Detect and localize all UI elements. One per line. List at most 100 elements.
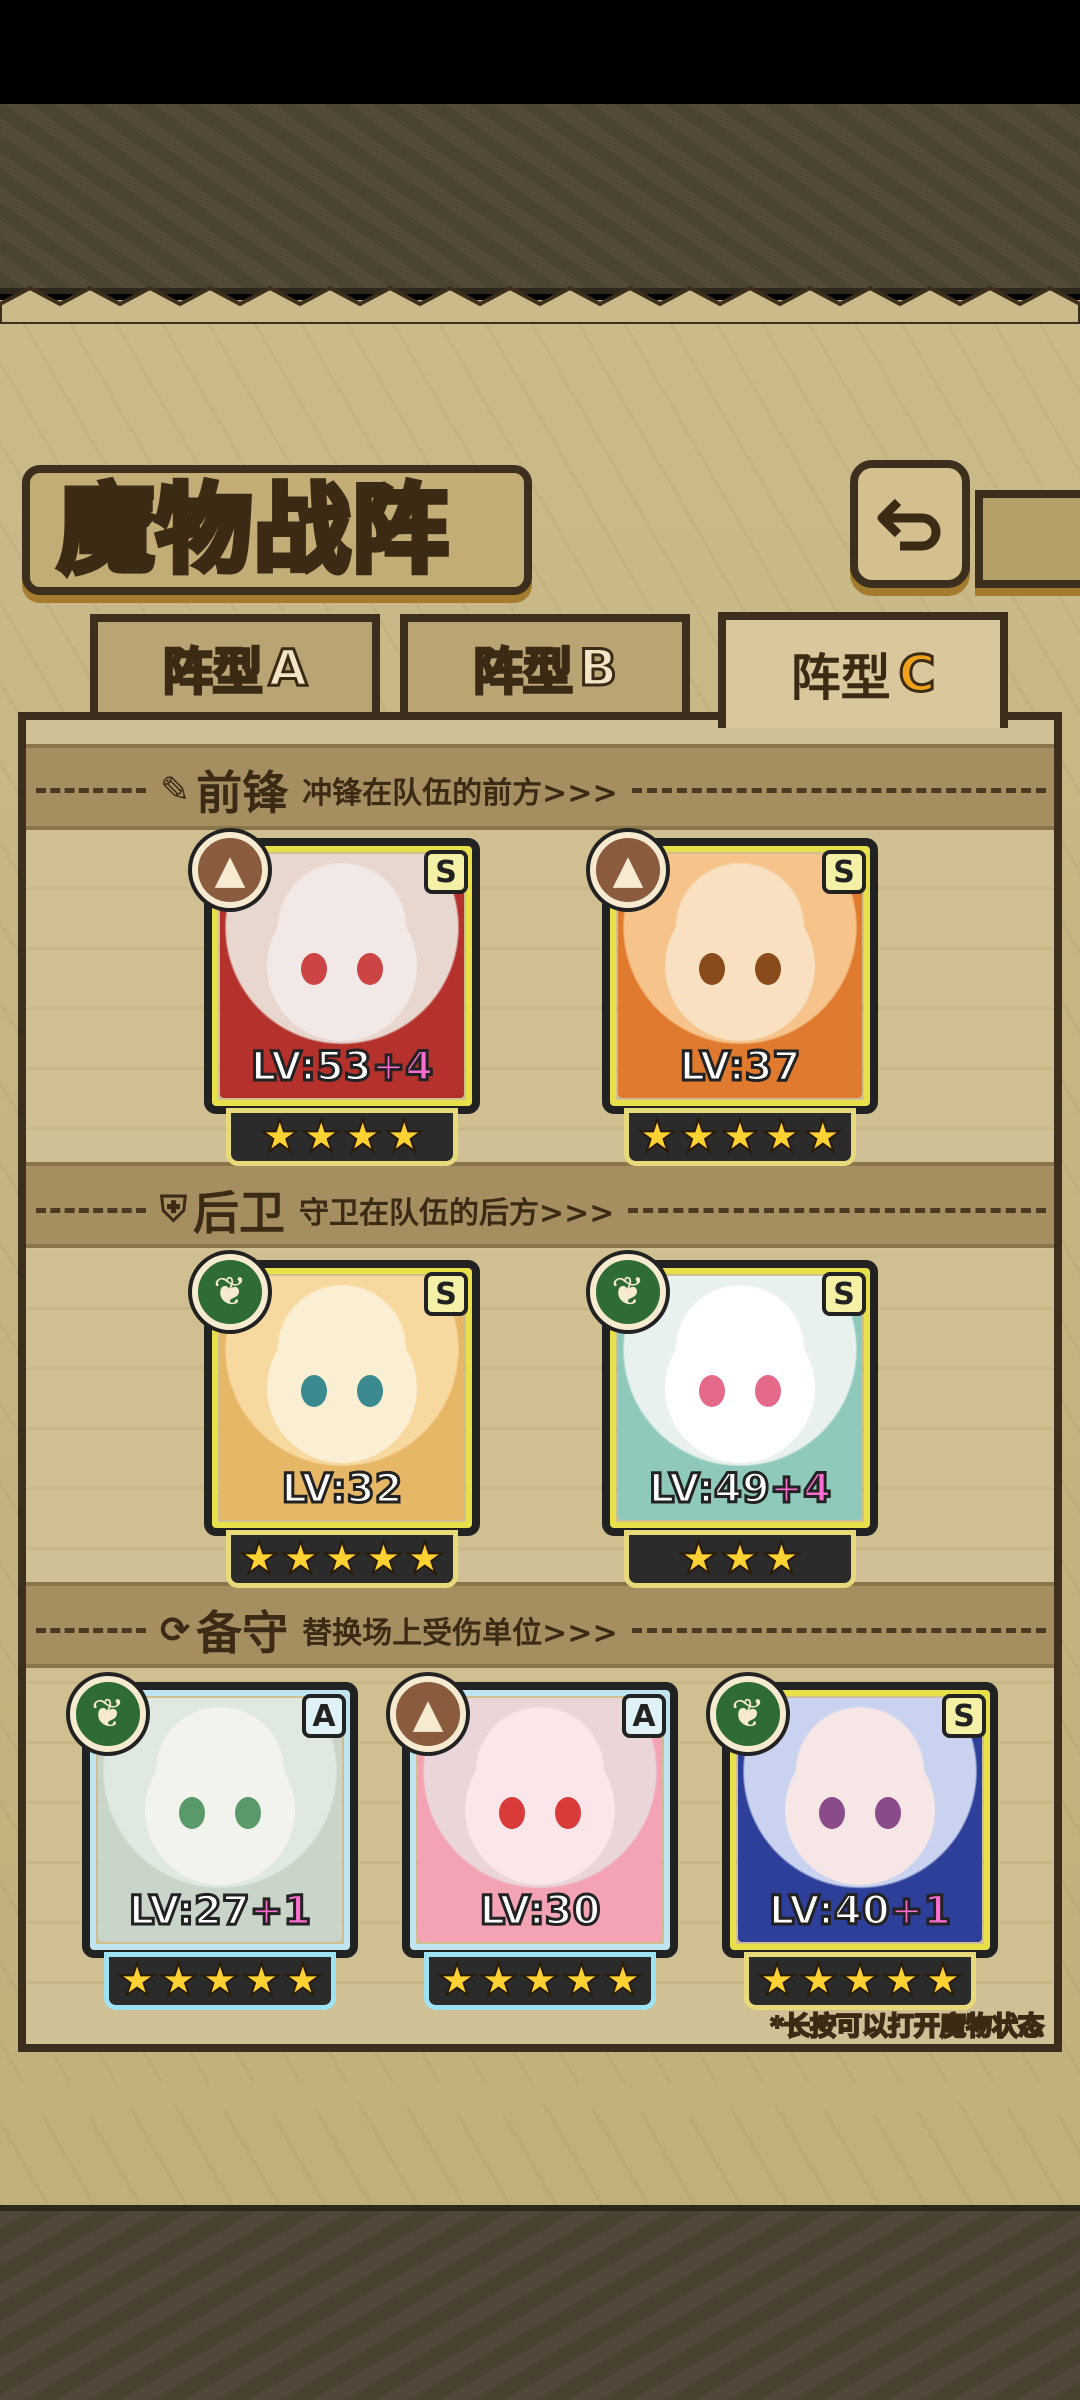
level-value: 27 <box>193 1887 252 1936</box>
leaf-element-icon: ❦ <box>192 1254 268 1330</box>
section-name: 备守 <box>196 1606 289 1660</box>
rank-badge: A <box>622 1694 666 1738</box>
eye-icon <box>357 1375 383 1408</box>
star-icon: ★ <box>383 1111 424 1162</box>
eye-icon <box>755 953 781 986</box>
tab-label: 阵型 <box>471 642 574 703</box>
star-icon: ★ <box>636 1111 677 1162</box>
eye-icon <box>755 1375 781 1408</box>
level-bonus: +1 <box>248 1887 312 1936</box>
section-name: 后卫 <box>193 1186 286 1240</box>
tab-formation-b[interactable]: 阵型 B <box>400 614 690 714</box>
level-bonus: +1 <box>888 1887 952 1936</box>
star-icon: ★ <box>756 1955 797 2006</box>
star-icon: ★ <box>719 1111 760 1162</box>
star-icon: ★ <box>436 1955 477 2006</box>
rank-badge: S <box>424 1272 468 1316</box>
leaf-element-icon: ❦ <box>70 1676 146 1752</box>
star-icon: ★ <box>678 1111 719 1162</box>
eye-icon <box>699 1375 725 1408</box>
back-button-extension <box>975 490 1080 588</box>
rank-badge: S <box>822 850 866 894</box>
rank-badge: S <box>822 1272 866 1316</box>
section-title-back: ⛨ 后卫 守卫在队伍的后方>>> <box>26 1180 1054 1240</box>
eye-icon <box>819 1797 845 1830</box>
shield-icon: ⛨ <box>160 1189 188 1230</box>
tab-suffix: C <box>897 644 937 705</box>
star-icon: ★ <box>116 1955 157 2006</box>
tab-label: 阵型 <box>161 642 264 703</box>
star-icon: ★ <box>199 1955 240 2006</box>
tab-suffix: B <box>577 638 618 699</box>
swap-icon: ⟳ <box>160 1609 191 1651</box>
star-rating: ★ ★ ★ ★ ★ <box>624 1108 856 1166</box>
star-rating: ★ ★ ★ ★ <box>226 1108 458 1166</box>
mountain-element-icon: ▲ <box>192 832 268 908</box>
section-desc: 守卫在队伍的后方>>> <box>299 1196 615 1231</box>
unit-level: LV:53+4 <box>212 1043 472 1092</box>
eye-icon <box>235 1797 261 1830</box>
unit-level: LV:30 <box>410 1887 670 1936</box>
divider <box>36 1627 146 1633</box>
unit-level: LV:27+1 <box>90 1887 350 1936</box>
divider <box>628 1207 1046 1213</box>
star-icon: ★ <box>238 1533 279 1584</box>
eye-icon <box>499 1797 525 1830</box>
level-label: LV: <box>647 1465 715 1514</box>
level-value: 49 <box>713 1465 772 1514</box>
unit-face <box>785 1735 935 1886</box>
unit-face <box>465 1735 615 1886</box>
level-value: 53 <box>315 1043 374 1092</box>
level-value: 32 <box>345 1465 404 1514</box>
level-value: 30 <box>543 1887 602 1936</box>
page-title: 魔物战阵 <box>55 471 451 589</box>
status-bar <box>0 0 1080 104</box>
divider <box>631 787 1046 793</box>
level-value: 37 <box>743 1043 802 1092</box>
level-bonus: +4 <box>370 1043 434 1092</box>
section-desc: 替换场上受伤单位>>> <box>302 1616 618 1651</box>
unit-face <box>665 891 815 1042</box>
star-icon: ★ <box>561 1955 602 2006</box>
star-icon: ★ <box>241 1955 282 2006</box>
star-rating: ★ ★ ★ ★ ★ <box>104 1952 336 2010</box>
unit-level: LV:40+1 <box>730 1887 990 1936</box>
star-icon: ★ <box>363 1533 404 1584</box>
eye-icon <box>555 1797 581 1830</box>
star-rating: ★ ★ ★ ★ ★ <box>226 1530 458 1588</box>
star-icon: ★ <box>802 1111 843 1162</box>
level-bonus: +4 <box>768 1465 832 1514</box>
level-label: LV: <box>127 1887 195 1936</box>
leaf-element-icon: ❦ <box>590 1254 666 1330</box>
level-label: LV: <box>280 1465 348 1514</box>
mountain-element-icon: ▲ <box>390 1676 466 1752</box>
star-rating: ★ ★ ★ <box>624 1530 856 1588</box>
front-row-area <box>26 830 1054 1130</box>
unit-face <box>665 1313 815 1464</box>
unit-level: LV:37 <box>610 1043 870 1092</box>
sword-icon: ✎ <box>160 769 191 811</box>
star-icon: ★ <box>342 1111 383 1162</box>
back-button[interactable] <box>850 460 970 588</box>
star-rating: ★ ★ ★ ★ ★ <box>744 1952 976 2010</box>
star-icon: ★ <box>280 1533 321 1584</box>
unit-face <box>267 1313 417 1464</box>
tab-formation-c[interactable]: 阵型 C <box>718 612 1008 728</box>
panel-top-edge <box>0 285 1080 324</box>
star-icon: ★ <box>881 1955 922 2006</box>
rank-badge: S <box>424 850 468 894</box>
eye-icon <box>875 1797 901 1830</box>
star-rating: ★ ★ ★ ★ ★ <box>424 1952 656 2010</box>
section-desc: 冲锋在队伍的前方>>> <box>302 776 618 811</box>
section-name: 前锋 <box>196 766 289 820</box>
star-icon: ★ <box>798 1955 839 2006</box>
panel-bottom-edge <box>0 2082 1080 2118</box>
unit-face <box>267 891 417 1042</box>
star-icon: ★ <box>761 1533 802 1584</box>
star-icon: ★ <box>602 1955 643 2006</box>
long-press-hint: *长按可以打开魔物状态 <box>769 2011 1045 2043</box>
tab-formation-a[interactable]: 阵型 A <box>90 614 380 714</box>
eye-icon <box>301 1375 327 1408</box>
star-icon: ★ <box>404 1533 445 1584</box>
leaf-element-icon: ❦ <box>710 1676 786 1752</box>
